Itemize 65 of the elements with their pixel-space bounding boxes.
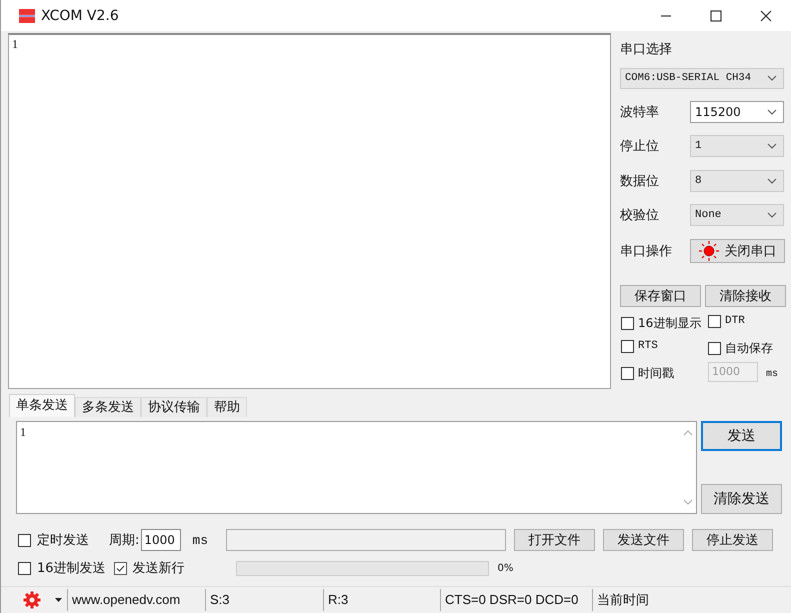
timed-send-label: 定时发送	[37, 532, 89, 549]
setting-label: 停止位	[620, 138, 660, 156]
caret-icon[interactable]	[55, 598, 62, 602]
timestamp-interval-field: 1000	[708, 362, 758, 382]
close-icon[interactable]	[760, 10, 772, 22]
progress-reading: 0%	[498, 562, 514, 574]
checkbox[interactable]	[621, 340, 634, 353]
website-link[interactable]: www.openedv.com	[67, 589, 203, 611]
receive-area[interactable]: 1	[8, 33, 611, 389]
tab[interactable]: 帮助	[207, 397, 247, 417]
option-label: DTR	[725, 315, 745, 328]
checkbox[interactable]	[18, 562, 31, 574]
period-label: 周期:	[109, 532, 140, 549]
tab[interactable]: 协议传输	[141, 397, 207, 417]
port-select-label: 串口选择	[620, 41, 673, 59]
setting-dropdown[interactable]: 115200	[690, 100, 784, 123]
gear-icon[interactable]	[23, 591, 41, 609]
checkbox[interactable]	[18, 534, 31, 546]
current-time-label: 当前时间	[592, 589, 657, 611]
unit-label: ms	[766, 368, 778, 380]
setting-label: 数据位	[620, 172, 660, 190]
file-button[interactable]: 打开文件	[514, 529, 595, 551]
send-text: 1	[20, 425, 26, 440]
sent-count: S:3	[205, 589, 323, 611]
tab[interactable]: 单条发送	[9, 394, 75, 417]
chevron-down-icon[interactable]	[767, 75, 777, 82]
send-newline-label: 发送新行	[132, 560, 185, 577]
receive-text: 1	[12, 37, 18, 51]
option-label: RTS	[638, 340, 658, 352]
period-field[interactable]: 1000	[141, 529, 182, 551]
panel-button[interactable]: 清除接收	[705, 284, 786, 307]
checkbox[interactable]	[621, 366, 634, 380]
hex-send-label: 16进制发送	[37, 560, 106, 577]
checkbox[interactable]	[114, 562, 127, 574]
file-button[interactable]: 发送文件	[603, 529, 684, 551]
tab[interactable]: 多条发送	[75, 397, 141, 417]
checkbox[interactable]	[708, 342, 721, 355]
port-dropdown[interactable]: COM6:USB-SERIAL CH34	[620, 68, 784, 90]
window-title: XCOM V2.6	[41, 8, 119, 24]
close-port-button[interactable]: 关闭串口	[690, 238, 785, 263]
setting-dropdown[interactable]: 1	[690, 135, 784, 158]
chevron-down-icon[interactable]	[767, 108, 777, 115]
setting-dropdown[interactable]: 8	[690, 170, 784, 192]
panel-button[interactable]: 保存窗口	[620, 284, 701, 307]
chevron-down-icon[interactable]	[767, 178, 777, 184]
file-button[interactable]: 停止发送	[692, 529, 773, 551]
file-path-field[interactable]	[226, 529, 506, 551]
option-label: 自动保存	[725, 340, 773, 357]
send-button[interactable]: 清除发送	[701, 484, 782, 514]
signal-status: CTS=0 DSR=0 DCD=0	[440, 589, 592, 611]
setting-label: 校验位	[620, 207, 660, 224]
setting-dropdown[interactable]: None	[690, 204, 784, 226]
send-button[interactable]: 发送	[701, 421, 782, 451]
setting-label: 波特率	[620, 104, 660, 121]
option-label: 16进制显示	[638, 314, 702, 332]
app-logo-icon	[18, 8, 36, 24]
chevron-down-icon[interactable]	[767, 212, 777, 218]
checkbox[interactable]	[708, 314, 721, 328]
checkbox[interactable]	[621, 316, 634, 330]
chevron-down-icon[interactable]	[767, 143, 777, 150]
received-count: R:3	[323, 589, 440, 611]
option-label: 时间戳	[638, 364, 674, 382]
port-operation-label: 串口操作	[620, 242, 673, 260]
maximize-icon[interactable]	[710, 10, 722, 22]
unit-label: ms	[192, 532, 208, 548]
